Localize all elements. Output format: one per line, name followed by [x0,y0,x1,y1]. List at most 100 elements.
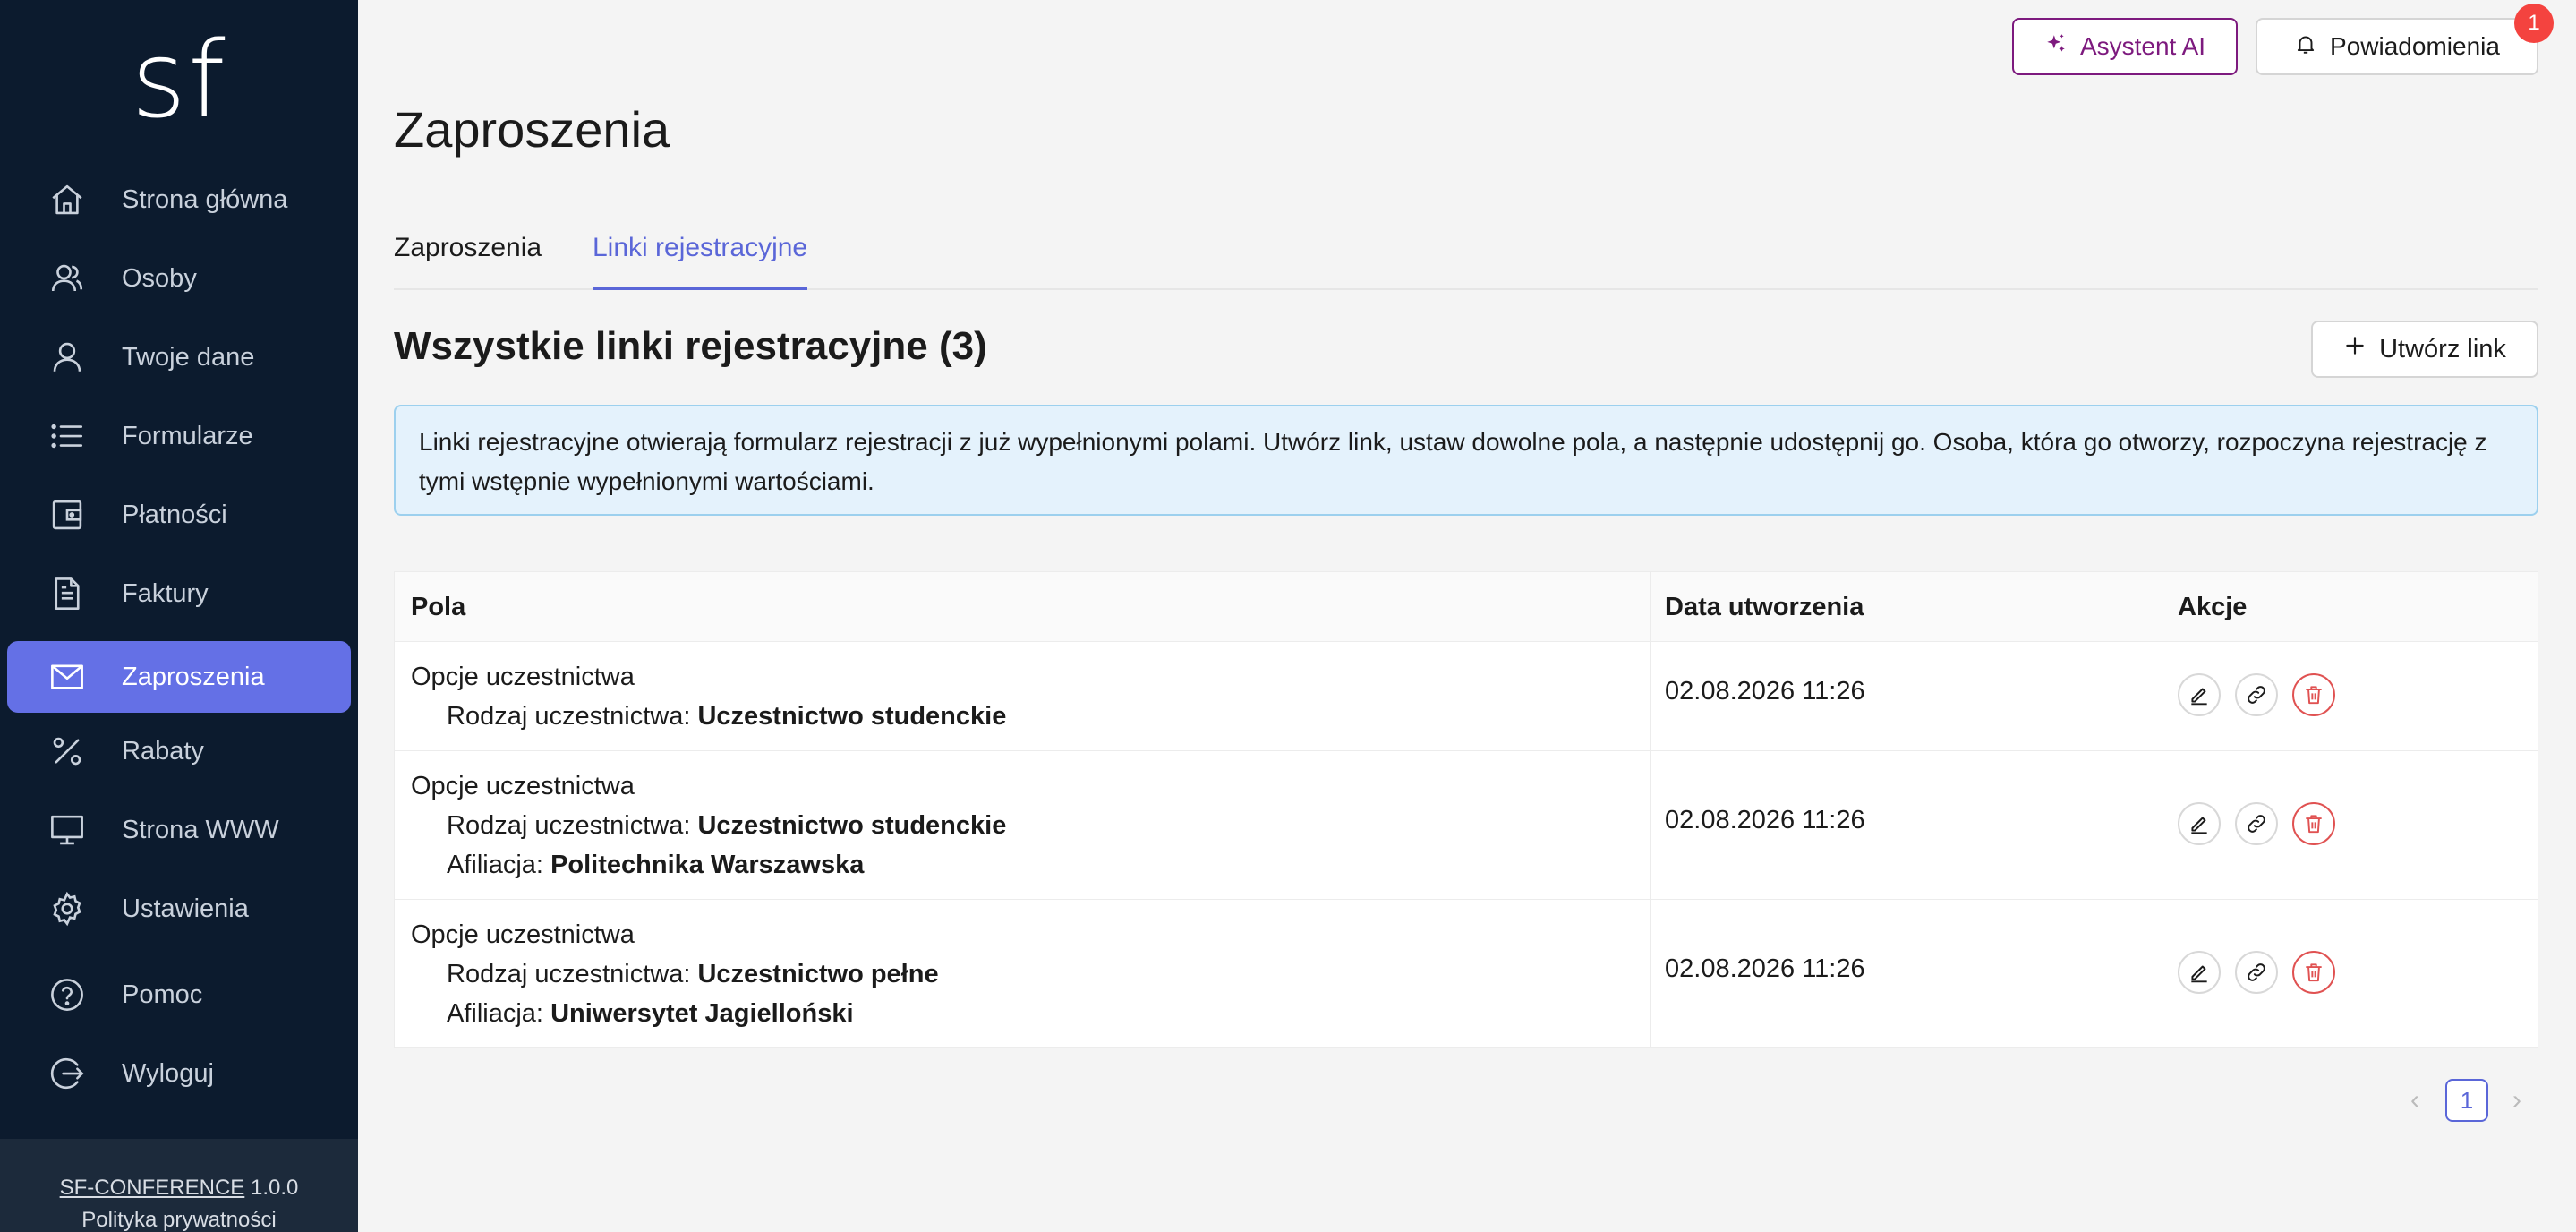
sidebar-item-discounts[interactable]: Rabaty [7,715,351,787]
app-logo[interactable]: sf [0,27,358,133]
fields-cell: Opcje uczestnictwa Rodzaj uczestnictwa: … [411,657,1006,736]
sidebar-item-website[interactable]: Strona WWW [7,794,351,866]
sidebar-item-settings[interactable]: Ustawienia [7,873,351,945]
column-header-actions: Akcje [2178,593,2248,621]
field-entry: Rodzaj uczestnictwa: Uczestnictwo studen… [411,806,1006,845]
field-value: Uniwersytet Jagielloński [550,999,854,1028]
create-link-button[interactable]: Utwórz link [2311,321,2538,378]
page-title: Zaproszenia [394,101,670,158]
notifications-count-badge: 1 [2514,4,2554,43]
sidebar-item-label: Płatności [122,500,227,529]
ai-assistant-label: Asystent AI [2079,32,2206,60]
gear-icon [48,890,86,928]
field-value: Uczestnictwo pełne [697,960,939,988]
copy-link-button[interactable] [2235,673,2278,716]
sidebar-item-people[interactable]: Osoby [7,243,351,314]
sidebar-item-label: Twoje dane [122,343,255,372]
field-value: Uczestnictwo studenckie [697,702,1007,731]
link-icon [2248,963,2265,981]
tab-registration-links[interactable]: Linki rejestracyjne [593,233,808,290]
sidebar-item-payments[interactable]: Płatności [7,479,351,551]
sidebar-item-label: Pomoc [122,980,203,1009]
delete-button[interactable] [2292,673,2335,716]
sidebar: sf Strona główna Osoby Twoje dane Formul… [0,0,358,1232]
trash-icon [2306,963,2322,982]
field-label: Rodzaj uczestnictwa: [447,960,691,988]
field-group-label: Opcje uczestnictwa [411,920,635,949]
sidebar-item-invoices[interactable]: Faktury [7,558,351,629]
field-entry: Rodzaj uczestnictwa: Uczestnictwo studen… [411,697,1006,736]
copy-link-button[interactable] [2235,951,2278,994]
table-row: Opcje uczestnictwa Rodzaj uczestnictwa: … [395,900,2538,1048]
column-header-fields: Pola [411,593,466,621]
product-link[interactable]: SF-CONFERENCE [60,1176,245,1200]
help-icon [48,976,86,1014]
notifications-label: Powiadomienia [2330,32,2500,60]
plus-icon [2343,334,2367,364]
delete-button[interactable] [2292,951,2335,994]
field-label: Rodzaj uczestnictwa: [447,811,691,840]
copy-link-button[interactable] [2235,802,2278,845]
created-date: 02.08.2026 11:26 [1665,954,1865,983]
pagination-next-button[interactable]: › [2506,1087,2528,1114]
fields-cell: Opcje uczestnictwa Rodzaj uczestnictwa: … [411,915,939,1033]
field-entry: Afiliacja: Uniwersytet Jagielloński [411,994,939,1033]
home-icon [48,181,86,218]
edit-button[interactable] [2178,802,2221,845]
sidebar-item-home[interactable]: Strona główna [7,164,351,235]
field-value: Politechnika Warszawska [550,851,865,879]
row-actions [2178,802,2335,845]
create-link-label: Utwórz link [2379,334,2506,364]
privacy-policy-link[interactable]: Polityka prywatności [0,1208,358,1232]
trash-icon [2306,815,2322,834]
sidebar-item-help[interactable]: Pomoc [7,959,351,1031]
field-entry: Afiliacja: Politechnika Warszawska [411,845,1006,885]
pagination-current-page[interactable]: 1 [2445,1079,2488,1122]
row-actions [2178,673,2335,716]
sidebar-item-label: Strona główna [122,185,288,214]
table-header: Pola Data utworzenia Akcje [395,572,2538,642]
edit-button[interactable] [2178,951,2221,994]
link-icon [2248,686,2265,704]
delete-button[interactable] [2292,802,2335,845]
sidebar-item-label: Ustawienia [122,894,249,923]
sidebar-item-forms[interactable]: Formularze [7,400,351,472]
field-entry: Rodzaj uczestnictwa: Uczestnictwo pełne [411,954,939,994]
bell-icon [2294,32,2317,62]
sidebar-item-label: Strona WWW [122,816,279,844]
sidebar-item-invitations[interactable]: Zaproszenia [7,641,351,713]
user-icon [48,338,86,376]
sidebar-item-label: Formularze [122,422,253,450]
trash-icon [2306,686,2322,705]
field-label: Rodzaj uczestnictwa: [447,702,691,731]
version-number: 1.0.0 [250,1176,299,1200]
table-row: Opcje uczestnictwa Rodzaj uczestnictwa: … [395,751,2538,900]
pencil-icon [2191,688,2207,706]
created-date: 02.08.2026 11:26 [1665,806,1865,834]
sidebar-item-label: Rabaty [122,737,204,766]
table-row: Opcje uczestnictwa Rodzaj uczestnictwa: … [395,642,2538,751]
field-group-label: Opcje uczestnictwa [411,772,635,800]
notifications-button[interactable]: Powiadomienia [2256,18,2538,75]
sparkle-icon [2044,32,2068,62]
sidebar-item-label: Zaproszenia [122,663,265,691]
pencil-icon [2191,817,2207,834]
sidebar-item-your-data[interactable]: Twoje dane [7,321,351,393]
link-icon [2248,815,2265,833]
monitor-icon [48,811,86,849]
sidebar-item-logout[interactable]: Wyloguj [7,1038,351,1109]
column-header-created: Data utworzenia [1665,593,1864,621]
sidebar-item-label: Faktury [122,579,209,608]
field-label: Afiliacja: [447,999,543,1028]
pagination-prev-button[interactable]: ‹ [2404,1087,2426,1114]
mail-icon [48,658,86,696]
field-value: Uczestnictwo studenckie [697,811,1007,840]
edit-button[interactable] [2178,673,2221,716]
document-icon [48,575,86,612]
list-icon [48,417,86,455]
ai-assistant-button[interactable]: Asystent AI [2012,18,2238,75]
fields-cell: Opcje uczestnictwa Rodzaj uczestnictwa: … [411,766,1006,885]
tab-invitations[interactable]: Zaproszenia [394,233,542,290]
registration-links-table: Pola Data utworzenia Akcje Opcje uczestn… [394,571,2538,1048]
percent-icon [48,732,86,770]
